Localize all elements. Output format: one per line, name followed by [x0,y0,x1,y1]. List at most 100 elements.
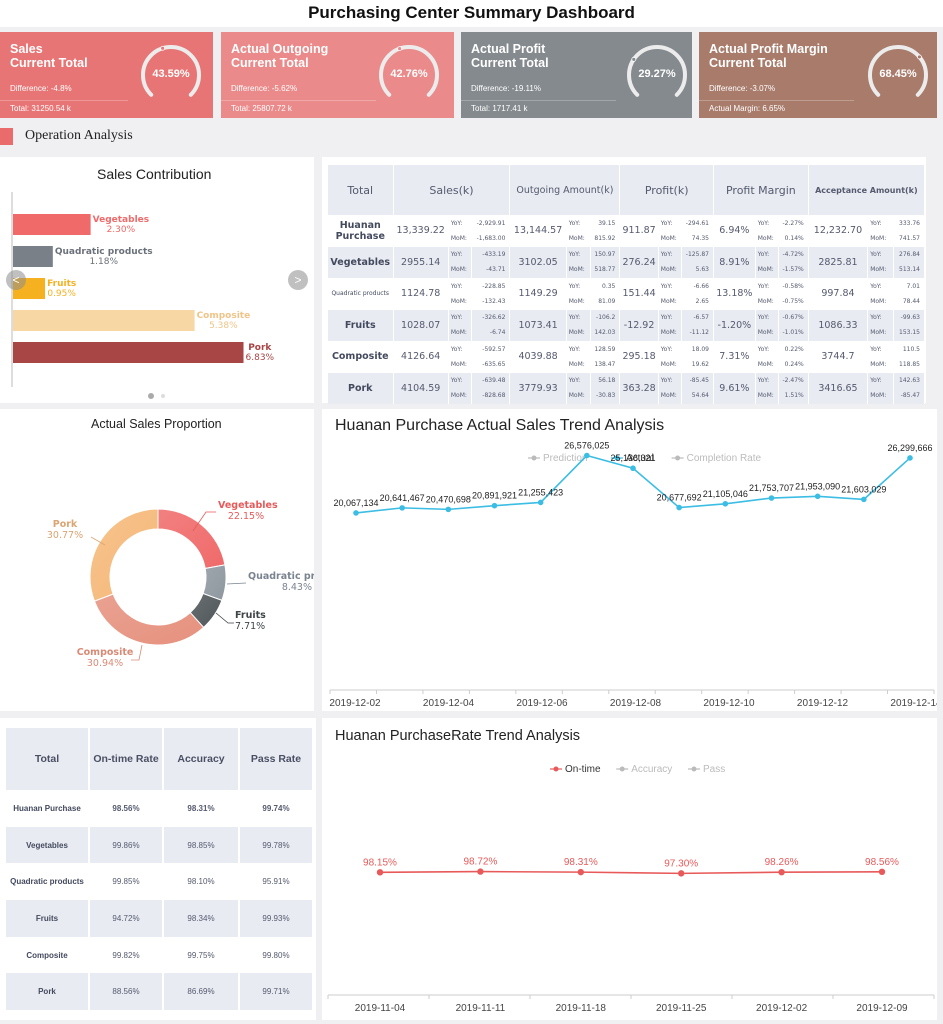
slice-composite[interactable] [93,593,205,646]
data-point[interactable] [907,455,913,461]
operations-table: Total Sales(k) Outgoing Amount(k) Profit… [328,165,926,404]
carousel-prev-button[interactable]: < [6,270,26,290]
kpi-gauge-value: 68.45% [879,68,917,80]
slice-value-label: 7.71% [235,621,265,632]
data-point[interactable] [676,504,682,511]
yoy-mom-values: -294.61 74.35 [681,215,714,247]
cell-value: 295.18 [619,341,659,373]
table-row[interactable]: Vegetables 2955.14 YoY: MoM: -433.19 -43.71 31… [328,246,926,278]
bar-vegetables[interactable] [13,214,91,235]
data-point[interactable] [861,496,867,503]
yoy-mom-labels: YoY: MoM: [566,215,591,247]
carousel-dot[interactable] [161,394,165,398]
table-row[interactable]: Pork 4104.59 YoY: MoM: -639.48 -828.68 3779.93… [328,372,926,404]
yoy-mom-values: -125.87 5.63 [681,246,714,278]
data-label: 21,603,029 [841,484,886,494]
yoy-mom-labels: YoY: MoM: [566,372,591,404]
data-point[interactable] [353,510,359,516]
data-label: 98.56% [865,857,899,868]
carousel-next-button[interactable]: > [288,270,308,290]
data-point[interactable] [768,495,775,501]
table-row[interactable]: Pork 88.56% 86.69% 99.71% [6,973,314,1011]
section-label: Operation Analysis [25,128,133,143]
data-point[interactable] [491,502,498,509]
table-row[interactable]: Quadratic products 99.85% 98.10% 95.91% [6,863,314,901]
slice-value-label: 30.94% [87,658,123,669]
cell-value: 13,144.57 [509,215,567,247]
yoy-mom-values: -4.72% -1.57% [778,246,809,278]
yoy-mom-labels: YoY: MoM: [448,341,473,373]
col-header-profit: Profit(k) [619,165,714,215]
table-row[interactable]: Composite 4126.64 YoY: MoM: -592.57 -635.65 40… [328,341,926,373]
data-point[interactable] [630,465,636,472]
data-point[interactable] [678,870,685,877]
data-point[interactable] [584,452,590,459]
legend-item-on-time[interactable]: On-time [550,764,601,775]
data-point[interactable] [878,868,886,875]
table-row[interactable]: Huanan Purchase 13,339.22 YoY: MoM: -2,929.9… [328,215,926,247]
slice-value-label: 22.15% [228,511,264,522]
table-row[interactable]: Fruits 1028.07 YoY: MoM: -326.62 -6.74 1073.41… [328,309,926,341]
kpi-card-actual-outgoing: Actual Outgoing Current Total Difference:… [221,32,454,118]
data-label: 20,641,467 [380,493,425,503]
data-label: 20,891,921 [472,491,517,501]
yoy-mom-labels: YoY: MoM: [566,309,591,341]
yoy-mom-values: 150.97 518.77 [590,246,621,278]
bar-quadratic-products[interactable] [13,246,53,267]
cell-value: 3416.65 [808,372,869,404]
kpi-title: Actual Outgoing Current Total [231,42,329,70]
table-row[interactable]: Quadratic products 1124.78 YoY: MoM: -228.85… [328,278,926,310]
yoy-mom-labels: YoY: MoM: [448,372,473,404]
cell-value: 98.56% [89,790,164,827]
data-point[interactable] [778,868,785,876]
legend-item-pass[interactable]: Pass [688,764,725,775]
table-row[interactable]: Fruits 94.72% 98.34% 99.93% [6,900,314,937]
yoy-mom-values: 276.84 513.14 [893,246,926,278]
row-name: Fruits [6,900,90,937]
yoy-mom-values: -2,929.91 -1,683.00 [471,215,511,247]
slice-pork[interactable] [89,508,159,602]
data-label: 20,470,698 [426,494,471,504]
legend-item-prediction[interactable]: Prediction [528,453,587,464]
slice-vegetables[interactable] [157,508,226,570]
cell-value: 98.34% [163,900,240,937]
series-line-on-time [379,870,883,875]
data-point[interactable] [399,505,405,511]
data-point[interactable] [722,500,729,507]
legend-item-completion-rate[interactable]: Completion Rate [671,453,762,464]
table-row[interactable]: Composite 99.82% 99.75% 99.80% [6,936,314,974]
yoy-mom-labels: YoY: MoM: [448,278,473,310]
yoy-mom-values: 39.15 815.92 [590,215,621,247]
yoy-mom-values: -0.58% -0.75% [778,278,809,310]
kpi-title: Actual Profit Current Total [471,42,549,70]
legend-dot-icon [553,766,559,772]
table-row[interactable]: Vegetables 99.86% 98.85% 99.78% [6,826,314,864]
slice-category-label: Quadratic pro [248,571,314,582]
legend-item-accuracy[interactable]: Accuracy [616,764,672,775]
carousel-dot-active[interactable] [148,393,154,399]
table-row[interactable]: Huanan Purchase 98.56% 98.31% 99.74% [6,790,314,827]
bar-pork[interactable] [13,342,244,363]
cell-value: 94.72% [89,900,164,937]
data-point[interactable] [477,868,484,875]
data-point[interactable] [577,868,584,876]
data-point[interactable] [537,499,544,506]
slice-category-label: Fruits [235,610,266,621]
bar-composite[interactable] [13,310,195,331]
yoy-mom-values: -0.67% -1.01% [778,309,809,341]
kpi-title: Actual Profit Margin Current Total [709,42,828,70]
data-point[interactable] [376,869,384,876]
yoy-mom-labels: YoY: MoM: [867,278,894,310]
cell-value: 13.18% [713,278,756,310]
legend-dot-icon [691,766,697,772]
data-point[interactable] [814,493,821,500]
sales-proportion-panel: Actual Sales Proportion Vegetables 22.15%… [0,409,314,711]
cell-value: 3779.93 [509,372,567,404]
yoy-mom-values: -85.45 54.64 [681,372,714,404]
kpi-card-sales: Sales Current Total Difference: -4.8% Tot… [0,32,213,118]
data-label: 98.72% [463,857,497,868]
data-point[interactable] [445,506,452,513]
yoy-mom-values: 0.22% 0.24% [778,341,809,373]
cell-value: 99.71% [239,973,314,1011]
cell-value: 2955.14 [393,246,449,278]
